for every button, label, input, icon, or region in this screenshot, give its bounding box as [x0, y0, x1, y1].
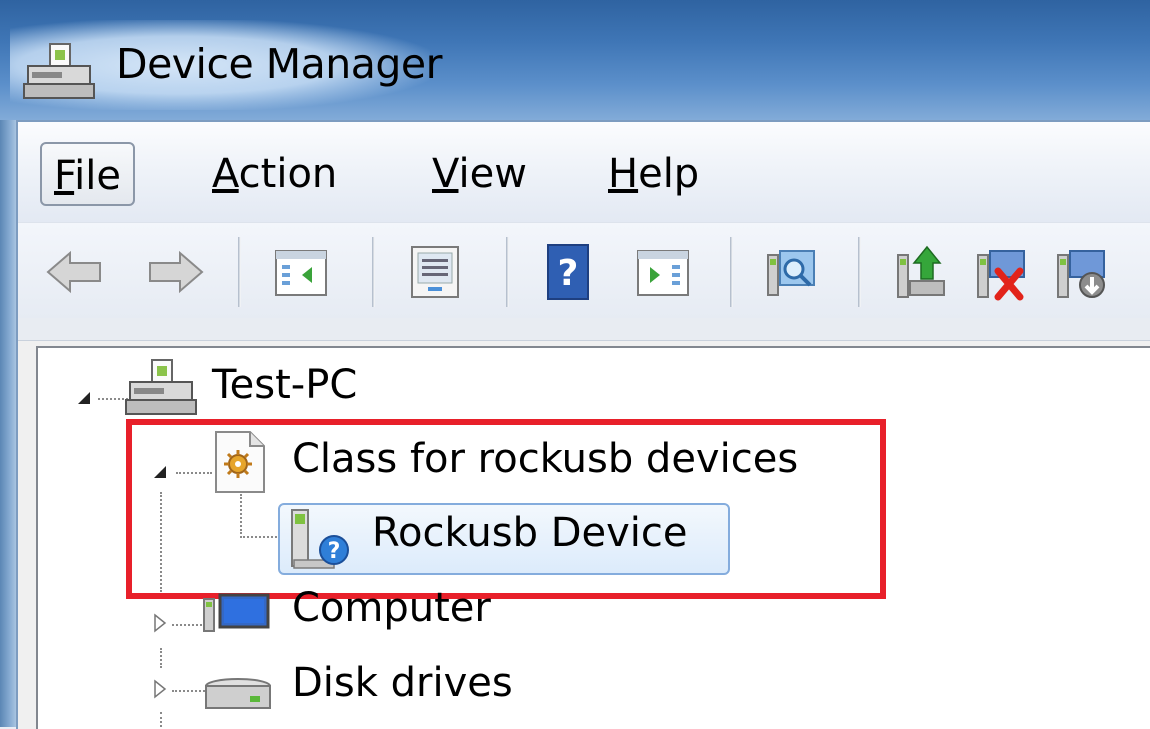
monitor-icon — [203, 593, 270, 632]
device-manager-window: Device Manager File Action View Help ? T… — [0, 0, 1150, 729]
expand-arrow-icon[interactable] — [152, 678, 168, 700]
menu-bar: File Action View Help — [18, 122, 1150, 222]
uninstall-device-icon[interactable] — [970, 241, 1032, 303]
forward-icon[interactable] — [144, 241, 206, 303]
window-title: Device Manager — [116, 40, 442, 88]
menu-action[interactable]: Action — [200, 142, 349, 206]
collapse-arrow-icon[interactable] — [74, 388, 94, 408]
show-hide-action-pane-icon[interactable] — [632, 241, 694, 303]
disk-drive-icon — [205, 678, 271, 709]
menu-file[interactable]: File — [40, 142, 135, 206]
svg-text:?: ? — [558, 253, 579, 294]
tree-node-test-pc[interactable]: Test-PC — [212, 362, 357, 408]
scan-hardware-changes-icon[interactable] — [760, 241, 822, 303]
show-hide-console-tree-icon[interactable] — [270, 241, 332, 303]
annotation-highlight-box — [126, 419, 886, 599]
tree-node-computer[interactable]: Computer — [292, 585, 491, 631]
computer-management-icon — [23, 43, 95, 99]
title-bar[interactable]: Device Manager — [0, 0, 1150, 120]
expand-arrow-icon[interactable] — [152, 612, 168, 634]
tree-node-disk-drives[interactable]: Disk drives — [292, 660, 513, 706]
toolbar-separator-strip — [18, 318, 1150, 341]
computer-icon — [125, 359, 197, 415]
properties-icon[interactable] — [404, 241, 466, 303]
back-icon[interactable] — [44, 241, 106, 303]
disable-device-icon[interactable] — [1050, 241, 1112, 303]
menu-help[interactable]: Help — [596, 142, 711, 206]
toolbar: ? — [18, 222, 1150, 319]
update-driver-icon[interactable] — [890, 241, 952, 303]
menu-view[interactable]: View — [420, 142, 539, 206]
help-icon[interactable]: ? — [538, 241, 600, 303]
